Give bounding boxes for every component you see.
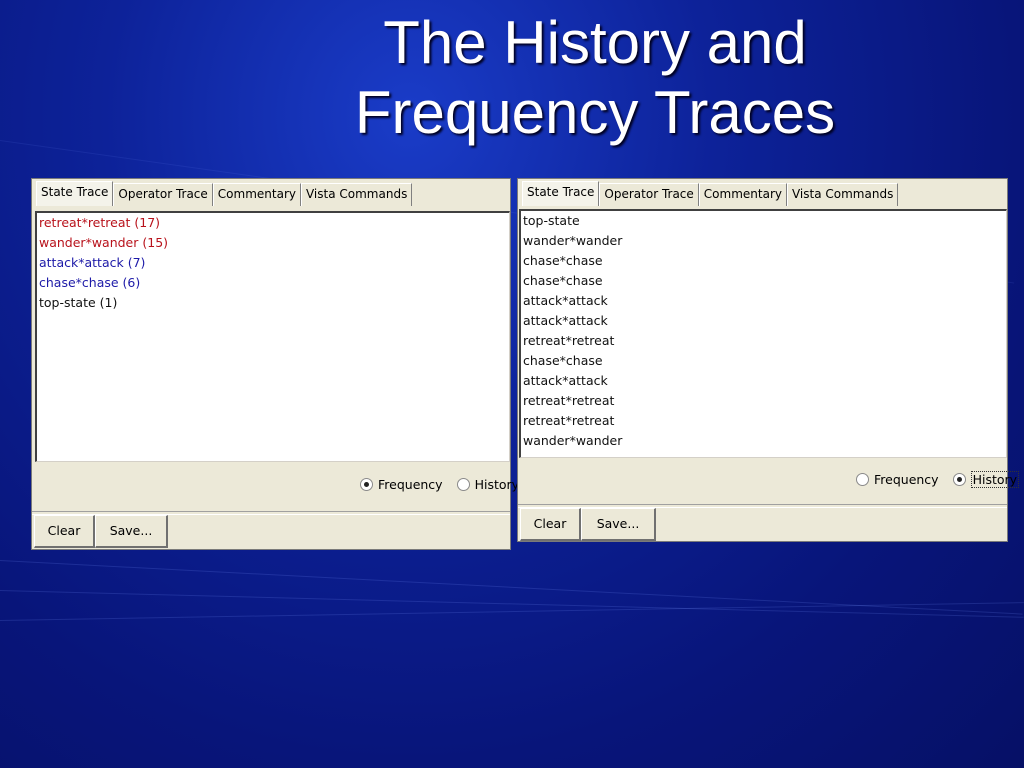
list-item[interactable]: retreat*retreat (521, 411, 1006, 431)
history-radio[interactable]: History (952, 471, 1020, 488)
list-item[interactable]: retreat*retreat (17) (37, 213, 509, 233)
clear-button[interactable]: Clear (34, 515, 95, 548)
list-item[interactable]: wander*wander (15) (37, 233, 509, 253)
slide-title-line-1: The History and (383, 9, 807, 76)
list-item[interactable]: chase*chase (6) (37, 273, 509, 293)
list-item[interactable]: retreat*retreat (521, 331, 1006, 351)
tab-state-trace[interactable]: State Trace (522, 181, 600, 206)
list-item[interactable]: attack*attack (521, 371, 1006, 391)
frequency-radio[interactable]: Frequency (856, 472, 939, 487)
clear-button[interactable]: Clear (520, 508, 581, 541)
tab-state-trace[interactable]: State Trace (36, 181, 114, 206)
radio-selected-icon (360, 478, 373, 491)
frequency-label: Frequency (378, 477, 443, 492)
list-item[interactable]: chase*chase (521, 251, 1006, 271)
state-trace-list[interactable]: top-state wander*wander chase*chase chas… (519, 209, 1007, 458)
trace-mode-radio-group: Frequency History (360, 477, 533, 492)
list-item[interactable]: attack*attack (521, 291, 1006, 311)
save-button[interactable]: Save... (581, 508, 656, 541)
tab-operator-trace[interactable]: Operator Trace (599, 183, 699, 206)
left-tab-bar: State Trace Operator Trace Commentary Vi… (36, 181, 413, 206)
slide-title: The History and Frequency Traces (300, 8, 890, 148)
left-trace-window: State Trace Operator Trace Commentary Vi… (31, 178, 519, 550)
save-button[interactable]: Save... (95, 515, 168, 548)
list-item[interactable]: top-state (1) (37, 293, 509, 313)
radio-unselected-icon (856, 473, 869, 486)
list-item[interactable]: chase*chase (521, 271, 1006, 291)
radio-unselected-icon (456, 478, 470, 491)
tab-commentary[interactable]: Commentary (698, 183, 787, 206)
right-tab-bar: State Trace Operator Trace Commentary Vi… (522, 181, 899, 206)
list-item[interactable]: attack*attack (7) (37, 253, 509, 273)
background-streak (0, 560, 1023, 615)
history-radio[interactable]: History (456, 477, 520, 492)
list-item[interactable]: top-state (521, 211, 1006, 231)
list-item[interactable]: attack*attack (521, 311, 1006, 331)
state-trace-list[interactable]: retreat*retreat (17) wander*wander (15) … (35, 211, 510, 462)
tab-commentary[interactable]: Commentary (212, 183, 301, 206)
tab-vista-commands[interactable]: Vista Commands (300, 183, 413, 206)
frequency-label: Frequency (874, 472, 939, 487)
tab-operator-trace[interactable]: Operator Trace (113, 183, 213, 206)
tab-vista-commands[interactable]: Vista Commands (786, 183, 899, 206)
history-label: History (474, 477, 520, 492)
radio-selected-icon (952, 473, 966, 486)
list-item[interactable]: chase*chase (521, 351, 1006, 371)
list-item[interactable]: wander*wander (521, 231, 1006, 251)
list-item[interactable]: retreat*retreat (521, 391, 1006, 411)
right-trace-window: State Trace Operator Trace Commentary Vi… (517, 178, 1020, 542)
trace-mode-radio-group: Frequency History (856, 471, 1024, 488)
background-streak (0, 602, 1024, 621)
list-item[interactable]: wander*wander (521, 431, 1006, 451)
history-label: History (970, 471, 1020, 488)
frequency-radio[interactable]: Frequency (360, 477, 443, 492)
slide-title-line-2: Frequency Traces (354, 79, 836, 146)
